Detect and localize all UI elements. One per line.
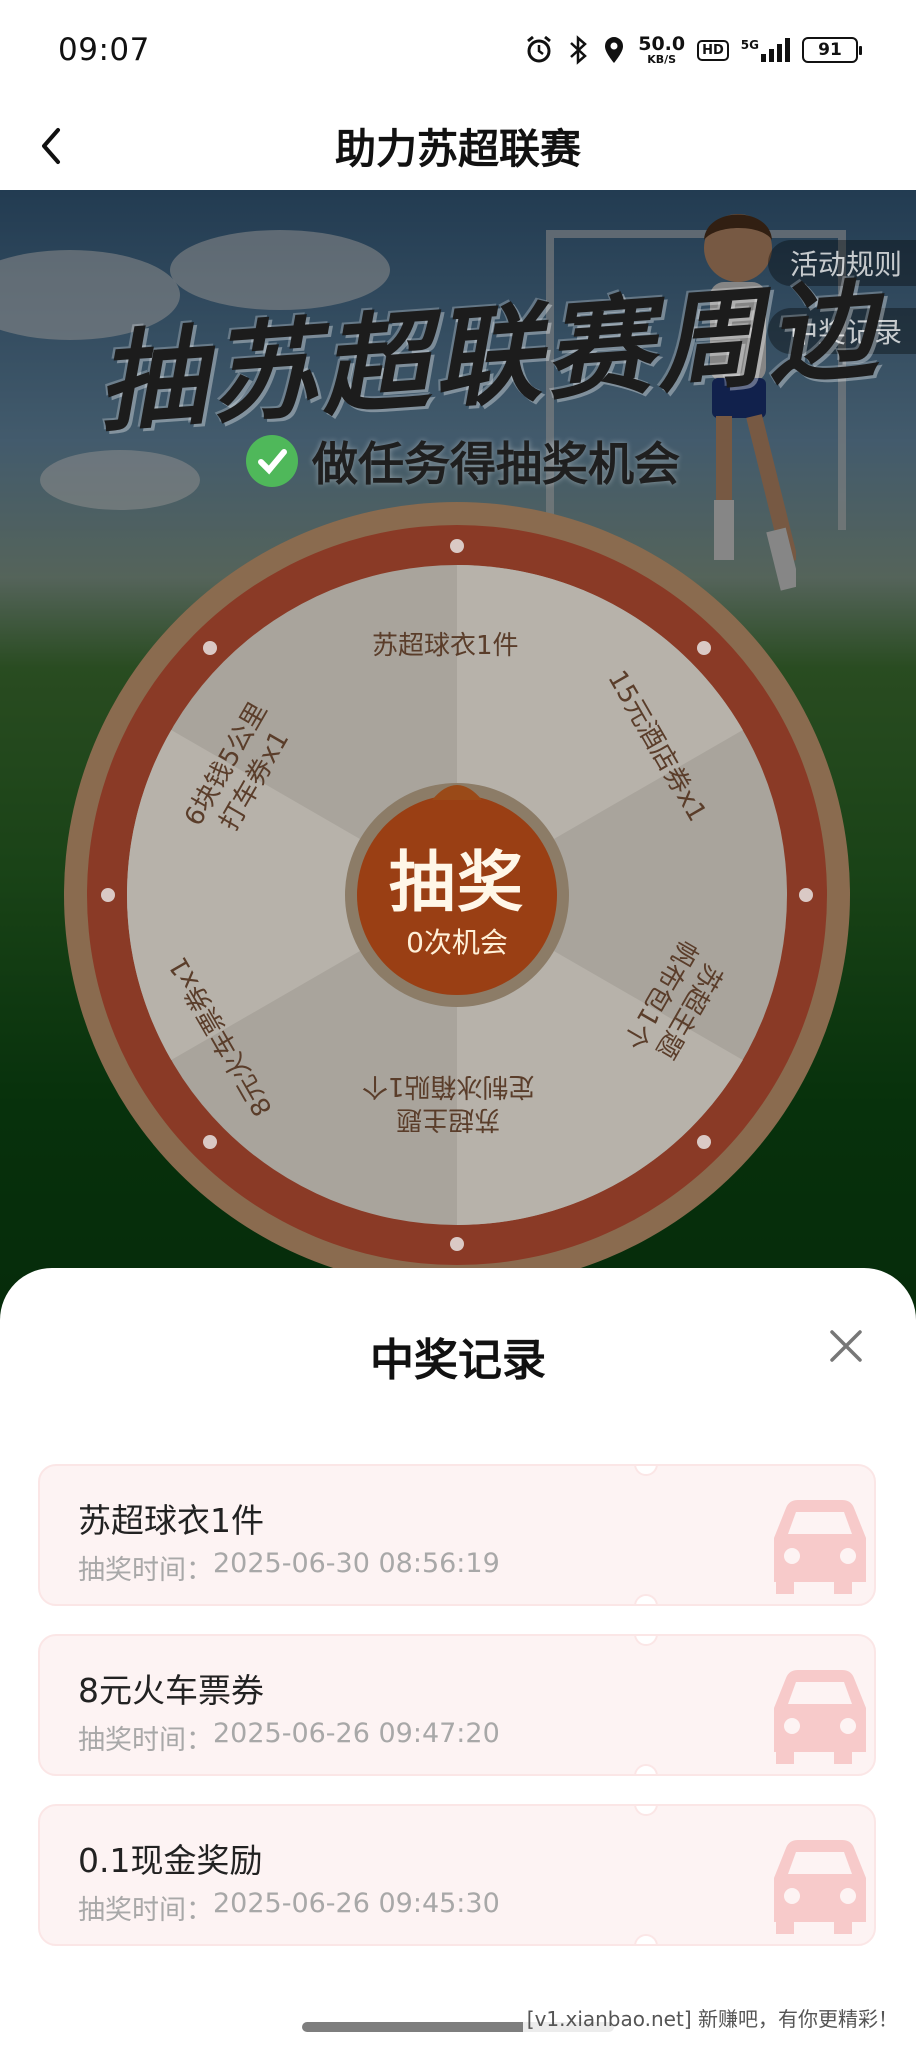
wheel-prize: 苏超主题 定制冰箱贴1个 — [362, 1071, 535, 1135]
sheet-title: 中奖记录 — [370, 1335, 546, 1386]
signal-icon: 5G — [741, 38, 790, 62]
location-icon — [605, 37, 624, 63]
draw-chances: 0次机会 — [406, 926, 508, 959]
promo-subtitle: 做任务得抽奖机会 — [312, 437, 680, 491]
record-prize-name: 苏超球衣1件 — [78, 1501, 264, 1540]
network-speed: 50.0 KB/S — [638, 33, 686, 66]
prize-record: 8元火车票券 抽奖时间： 2025-06-26 09:47:20 — [38, 1634, 876, 1776]
battery-icon: 91 — [802, 37, 862, 63]
close-icon[interactable] — [824, 1324, 868, 1368]
page-title: 助力苏超联赛 — [335, 125, 581, 173]
record-prize-name: 0.1现金奖励 — [78, 1841, 263, 1880]
car-icon — [774, 1500, 866, 1594]
prize-record: 0.1现金奖励 抽奖时间： 2025-06-26 09:45:30 — [38, 1804, 876, 1946]
wheel-prize: 苏超球衣1件 — [372, 631, 519, 661]
car-icon — [774, 1840, 866, 1934]
prize-record: 苏超球衣1件 抽奖时间： 2025-06-30 08:56:19 — [38, 1464, 876, 1606]
record-prize-name: 8元火车票券 — [78, 1671, 264, 1710]
ticket-notch — [634, 1764, 658, 1774]
bluetooth-icon — [570, 35, 588, 65]
ticket-notch — [634, 1934, 658, 1944]
record-time: 抽奖时间： 2025-06-26 09:47:20 — [78, 1718, 500, 1756]
promo-subtitle-row: 做任务得抽奖机会 — [246, 428, 680, 494]
status-icons: 50.0 KB/S HD 5G 91 — [524, 33, 862, 66]
alarm-icon — [527, 35, 552, 63]
status-bar: 09:07 50.0 KB/S HD 5G 91 — [0, 0, 916, 100]
ticket-notch — [634, 1466, 658, 1476]
promo-banner: 活动规则 中奖记录 抽苏超联赛周边 做任务得抽奖机会 苏超球衣1件 15元酒店券… — [0, 190, 916, 1330]
car-icon — [774, 1670, 866, 1764]
watermark: [v1.xianbao.net] 新赚吧，有你更精彩！ — [522, 2001, 902, 2034]
record-time: 抽奖时间： 2025-06-26 09:45:30 — [78, 1888, 500, 1926]
record-time: 抽奖时间： 2025-06-30 08:56:19 — [78, 1548, 500, 1586]
ticket-notch — [634, 1806, 658, 1816]
ticket-notch — [634, 1594, 658, 1604]
prize-records-sheet: 中奖记录 苏超球衣1件 抽奖时间： 2025-06-30 08:56:19 8元… — [0, 1268, 916, 2048]
nav-bar: 助力苏超联赛 — [0, 100, 916, 190]
checkmark-icon — [246, 435, 298, 487]
back-arrow-icon[interactable] — [30, 116, 90, 176]
ticket-notch — [634, 1636, 658, 1646]
status-time: 09:07 — [58, 32, 150, 68]
draw-button[interactable]: 抽奖 0次机会 — [354, 792, 560, 998]
lottery-wheel: 苏超球衣1件 15元酒店券x1 苏超主题 帆布包1个 苏超主题 定制冰箱贴1个 … — [62, 500, 852, 1290]
hd-icon: HD — [697, 39, 729, 61]
